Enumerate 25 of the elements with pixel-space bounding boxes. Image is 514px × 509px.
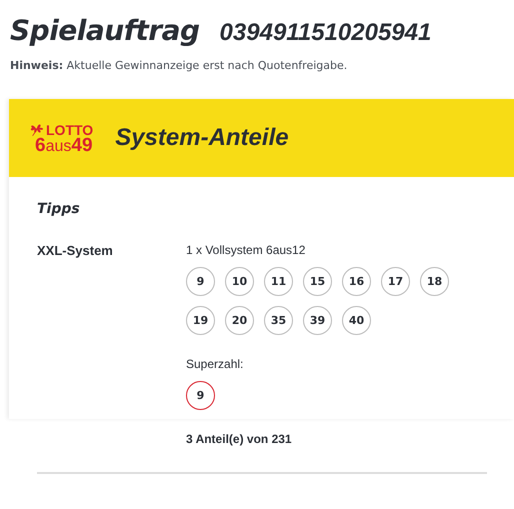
system-text: 1 x Vollsystem 6aus12 (186, 243, 306, 257)
logo-text: LOTTO (46, 122, 94, 138)
order-number: 0394911510205941 (220, 19, 432, 47)
number-ball: 20 (225, 306, 254, 335)
number-ball: 15 (303, 267, 332, 296)
number-ball: 19 (186, 306, 215, 335)
card-title: System-Anteile (115, 124, 289, 152)
number-ball: 10 (225, 267, 254, 296)
number-ball: 39 (303, 306, 332, 335)
number-ball: 17 (381, 267, 410, 296)
number-ball: 18 (420, 267, 449, 296)
superzahl-ball: 9 (186, 381, 215, 410)
tip-label: XXL-System (37, 243, 114, 260)
number-ball: 35 (264, 306, 293, 335)
notice-text: Hinweis: Aktuelle Gewinnanzeige erst nach Quotenfreigabe. (9, 58, 348, 72)
logo-subtext: 6aus49 (34, 138, 94, 154)
superzahl-label: Superzahl: (186, 357, 244, 371)
page-title: Spielauftrag (10, 14, 200, 47)
number-ball: 16 (342, 267, 371, 296)
clover-icon (29, 122, 45, 137)
number-ball: 9 (186, 267, 215, 296)
number-ball: 11 (264, 267, 293, 296)
number-ball: 40 (342, 306, 371, 335)
section-title: Tipps (37, 201, 81, 217)
shares-text: 3 Anteil(e) von 231 (186, 432, 293, 446)
